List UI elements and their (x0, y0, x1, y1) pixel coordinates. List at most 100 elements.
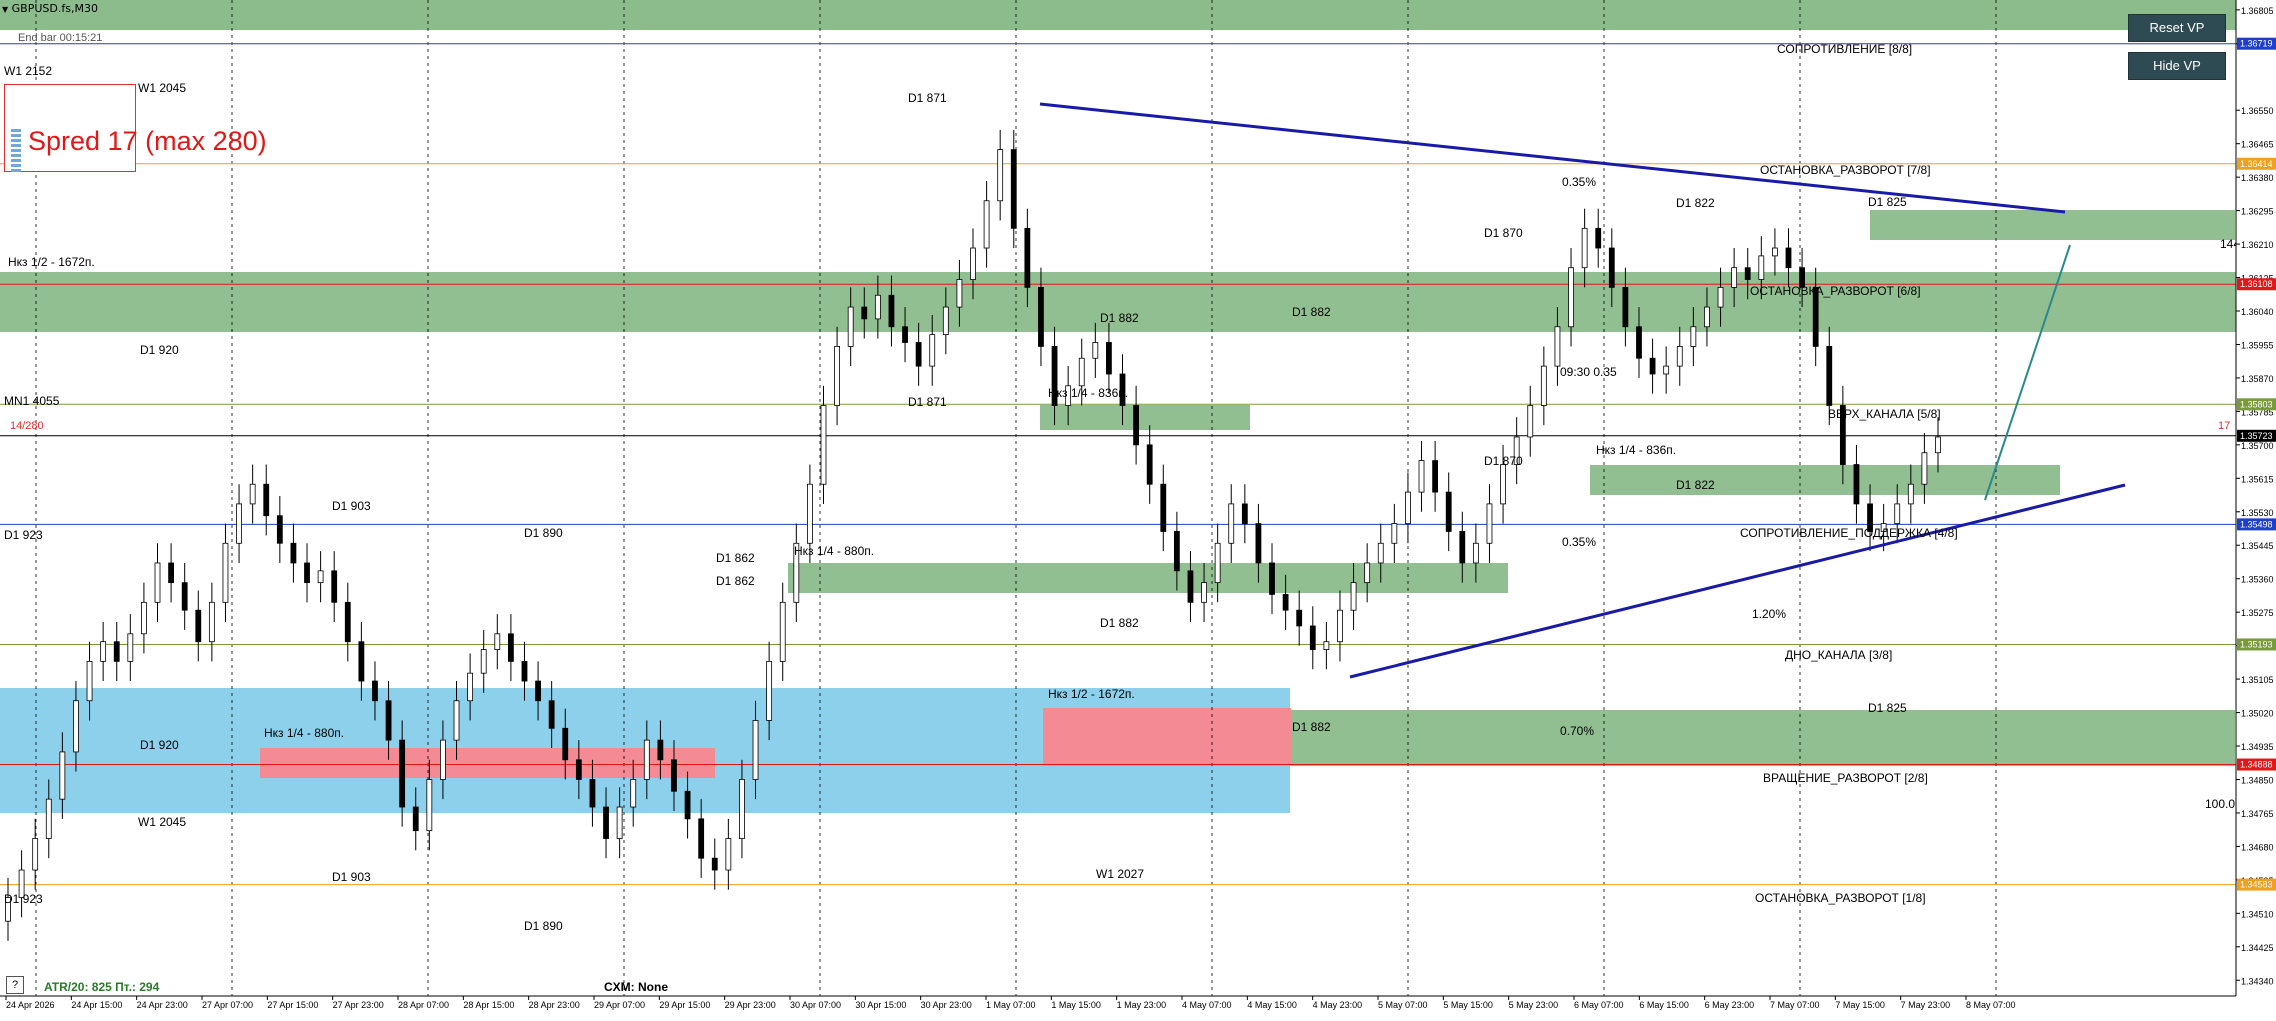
candle-body-113 (1540, 365, 1547, 406)
time-tick-label-17: 1 May 23:00 (1117, 1000, 1167, 1010)
chart-annotation-36: D1 825 (1868, 701, 1907, 715)
candle-body-75 (1024, 227, 1031, 288)
chart-annotation-21: D1 882 (1292, 305, 1331, 319)
candle-body-88 (1201, 582, 1207, 603)
time-tick-label-11: 29 Apr 23:00 (725, 1000, 776, 1010)
candle-body-125 (1704, 306, 1710, 328)
candle-body-34 (467, 672, 474, 702)
candle-body-22 (304, 562, 310, 584)
chart-annotation-1: W1 2045 (138, 81, 186, 95)
price-tick-label-12: 1.35700 (2241, 441, 2274, 451)
time-tick-label-12: 30 Apr 07:00 (790, 1000, 841, 1010)
time-tick-label-18: 4 May 07:00 (1182, 1000, 1232, 1010)
candle-body-76 (1038, 286, 1044, 347)
price-chart[interactable]: W1 2152 W1 2045 W1 2045 W1 2027 Нкз 1/2 - 16… (0, 0, 2276, 1021)
candle-body-30 (412, 806, 419, 832)
cxm-readout: CXM: None (604, 980, 668, 994)
candle-body-2 (32, 838, 39, 871)
candle-body-74 (1010, 149, 1017, 229)
chart-annotation-37: D1 825 (1868, 195, 1907, 209)
candle-body-83 (1133, 405, 1139, 446)
chart-annotation-30: 09:30 0.35 (1560, 365, 1617, 379)
candle-body-79 (1078, 357, 1085, 387)
chart-annotation-46: 100.0 (2205, 797, 2235, 811)
price-marker-label-3: 1.35803 (2240, 399, 2273, 409)
candle-body-69 (942, 306, 949, 336)
chart-annotation-19: D1 871 (908, 395, 947, 409)
time-tick-label-23: 5 May 23:00 (1509, 1000, 1559, 1010)
price-tick-label-8: 1.36040 (2241, 307, 2274, 317)
time-tick-label-14: 30 Apr 23:00 (921, 1000, 972, 1010)
candle-body-115 (1568, 267, 1574, 328)
help-icon[interactable]: ? (6, 976, 24, 994)
candle-body-50 (684, 790, 691, 820)
candle-body-24 (331, 570, 338, 603)
time-tick-label-0: 24 Apr 2026 (6, 1000, 55, 1010)
candle-body-108 (1472, 542, 1479, 564)
candle-body-84 (1146, 444, 1153, 485)
candle-body-103 (1405, 491, 1411, 524)
candle-body-48 (657, 739, 664, 761)
candle-body-36 (494, 633, 501, 650)
time-tick-label-21: 5 May 07:00 (1378, 1000, 1428, 1010)
chart-annotation-33: Нкз 1/4 - 836п. (1596, 443, 1676, 457)
chart-annotation-3: W1 2027 (1096, 867, 1144, 881)
candle-body-14 (195, 609, 202, 643)
candle-body-18 (249, 483, 256, 505)
candle-body-13 (181, 582, 188, 611)
candle-body-123 (1676, 346, 1683, 367)
candle-body-68 (929, 334, 936, 367)
chart-annotation-8: D1 903 (332, 499, 371, 513)
price-tick-label-28: 1.34340 (2241, 976, 2274, 986)
candle-body-52 (711, 857, 718, 871)
chart-annotation-34: 1.20% (1752, 607, 1786, 621)
candle-body-140 (1907, 483, 1914, 505)
candle-body-136 (1853, 464, 1860, 505)
candle-body-104 (1418, 460, 1425, 493)
price-tick-label-15: 1.35445 (2241, 541, 2274, 551)
reset-vp-button[interactable]: Reset VP (2128, 14, 2226, 42)
spread-label: Spred 17 (max 280) (28, 126, 267, 156)
chart-annotation-16: Нкз 1/4 - 880п. (264, 726, 344, 740)
candle-body-59 (807, 483, 813, 544)
candle-body-99 (1350, 582, 1357, 611)
chart-annotation-7: MN1 4055 (4, 394, 60, 408)
chart-annotation-17: Нкз 1/4 - 880п. (794, 544, 874, 558)
candle-body-20 (276, 515, 283, 544)
chart-annotation-6: D1 920 (140, 738, 179, 752)
price-marker-label-8: 1.34583 (2240, 880, 2273, 890)
candle-body-124 (1690, 326, 1697, 347)
chart-annotation-4: Нкз 1/2 - 1672п. (8, 255, 95, 269)
candle-body-32 (440, 739, 446, 780)
chart-annotation-40: ОСТАНОВКА_РАЗВОРОТ [6/8] (1750, 284, 1921, 298)
chart-annotation-0: W1 2152 (4, 64, 52, 78)
candle-body-114 (1554, 326, 1561, 367)
zone-2 (1040, 405, 1250, 430)
time-tick-label-3: 27 Apr 07:00 (202, 1000, 253, 1010)
candle-body-70 (956, 279, 963, 308)
chart-annotation-11: D1 923 (4, 892, 43, 906)
zone-4 (1590, 465, 2060, 495)
candle-body-102 (1391, 523, 1398, 544)
time-tick-label-5: 27 Apr 23:00 (333, 1000, 384, 1010)
candle-body-131 (1785, 247, 1792, 269)
candle-body-4 (59, 751, 66, 800)
candle-body-128 (1744, 267, 1751, 280)
candle-body-46 (630, 779, 637, 808)
zone-9 (1043, 708, 1291, 766)
hide-vp-button[interactable]: Hide VP (2128, 52, 2226, 80)
price-tick-label-5: 1.36295 (2241, 207, 2274, 217)
price-marker-label-0: 1.36719 (2240, 39, 2273, 49)
candle-body-129 (1758, 255, 1765, 280)
candle-body-64 (874, 294, 881, 320)
price-tick-label-4: 1.36380 (2241, 173, 2274, 183)
chart-annotation-26: D1 870 (1484, 226, 1523, 240)
price-tick-label-3: 1.36465 (2241, 140, 2274, 150)
candle-body-7 (100, 641, 107, 662)
candle-body-39 (535, 680, 541, 702)
time-tick-label-29: 7 May 23:00 (1901, 1000, 1951, 1010)
price-marker-label-7: 1.34888 (2240, 760, 2273, 770)
chart-annotation-2: W1 2045 (138, 815, 186, 829)
candle-body-8 (113, 641, 120, 662)
candle-body-57 (779, 601, 786, 662)
